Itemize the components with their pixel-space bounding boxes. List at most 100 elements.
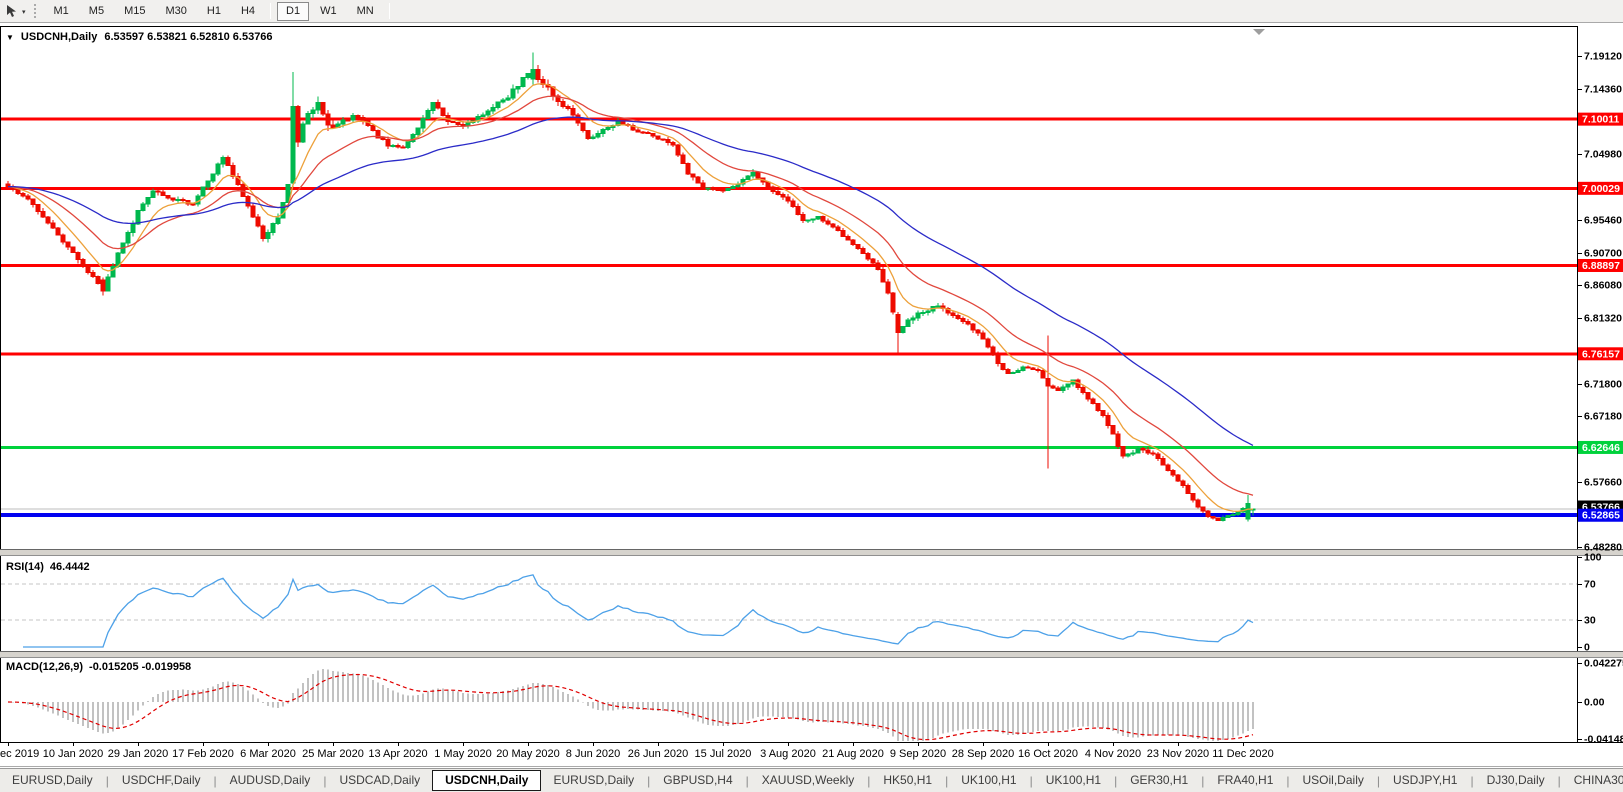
tab-eurusd-daily[interactable]: EURUSD,Daily xyxy=(0,770,105,791)
svg-text:7.19120: 7.19120 xyxy=(1584,51,1622,63)
svg-text:11 Dec 2020: 11 Dec 2020 xyxy=(1212,748,1274,760)
price-line-label: 6.76157 xyxy=(1578,347,1623,361)
tab-usdcad-daily[interactable]: USDCAD,Daily xyxy=(327,770,432,791)
tab-audusd-daily[interactable]: AUDUSD,Daily xyxy=(218,770,323,791)
tab-gbpusd-h4[interactable]: GBPUSD,H4 xyxy=(651,770,744,791)
svg-text:7.10011: 7.10011 xyxy=(1582,114,1620,126)
tab-eurusd-daily[interactable]: EURUSD,Daily xyxy=(541,770,646,791)
chart-symbol-period: USDCNH,Daily xyxy=(20,31,98,43)
svg-text:23 Dec 2019: 23 Dec 2019 xyxy=(0,748,39,760)
svg-text:25 Mar 2020: 25 Mar 2020 xyxy=(302,748,364,760)
svg-text:6.57660: 6.57660 xyxy=(1584,477,1622,489)
svg-text:23 Nov 2020: 23 Nov 2020 xyxy=(1147,748,1209,760)
cursor-tool-dropdown-icon[interactable]: ▾ xyxy=(22,8,26,16)
svg-text:6.62646: 6.62646 xyxy=(1582,442,1620,454)
macd-name: MACD(12,26,9) xyxy=(6,661,84,673)
timeframe-button-m15[interactable]: M15 xyxy=(115,2,154,21)
svg-text:70: 70 xyxy=(1584,579,1596,591)
timeframe-button-m30[interactable]: M30 xyxy=(156,2,195,21)
tab-ger30-h1[interactable]: GER30,H1 xyxy=(1118,770,1200,791)
timeframe-button-h4[interactable]: H4 xyxy=(232,2,264,21)
toolbar-separator xyxy=(388,3,390,19)
tab-hk50-h1[interactable]: HK50,H1 xyxy=(871,770,944,791)
svg-text:100: 100 xyxy=(1584,552,1602,564)
svg-text:26 Jun 2020: 26 Jun 2020 xyxy=(628,748,689,760)
svg-text:6.95460: 6.95460 xyxy=(1584,214,1622,226)
svg-text:13 Apr 2020: 13 Apr 2020 xyxy=(368,748,427,760)
chart-canvas[interactable]: 7.19120 7.14360 7.04980 6.95460 6.90700 6.860… xyxy=(0,0,1623,792)
svg-text:15 Jul 2020: 15 Jul 2020 xyxy=(695,748,752,760)
chart-ohlc-values: 6.53597 6.53821 6.52810 6.53766 xyxy=(104,31,273,43)
macd-signal-line xyxy=(7,673,1254,741)
rsi-value: 46.4442 xyxy=(49,561,90,573)
mt4-terminal: { "toolbar": { "tool_icon": "cursor-arro… xyxy=(0,0,1623,792)
svg-text:1 May 2020: 1 May 2020 xyxy=(434,748,491,760)
svg-text:0.00: 0.00 xyxy=(1584,697,1605,709)
tab-usdchf-daily[interactable]: USDCHF,Daily xyxy=(110,770,213,791)
tab-usdcnh-daily[interactable]: USDCNH,Daily xyxy=(432,770,542,791)
svg-text:3 Aug 2020: 3 Aug 2020 xyxy=(760,748,816,760)
chart-tabs-bar: EURUSD,Daily | USDCHF,Daily | AUDUSD,Daily | U… xyxy=(0,768,1623,792)
price-line-label: 7.10011 xyxy=(1578,112,1623,126)
tab-uk100-h1[interactable]: UK100,H1 xyxy=(949,770,1028,791)
timeframe-button-w1[interactable]: W1 xyxy=(311,2,346,21)
svg-text:6.86080: 6.86080 xyxy=(1584,280,1622,292)
tab-usoil-daily[interactable]: USOil,Daily xyxy=(1291,770,1376,791)
top-toolbar: ▾ M1 M5 M15 M30 H1 H4 D1 W1 MN xyxy=(0,0,1623,23)
rsi-indicator-label: RSI(14) 46.4442 xyxy=(6,561,90,573)
svg-text:6.67180: 6.67180 xyxy=(1584,411,1622,423)
svg-text:7.04980: 7.04980 xyxy=(1584,149,1622,161)
svg-text:4 Nov 2020: 4 Nov 2020 xyxy=(1085,748,1141,760)
timeframe-button-h1[interactable]: H1 xyxy=(198,2,230,21)
svg-text:10 Jan 2020: 10 Jan 2020 xyxy=(43,748,104,760)
timeframe-button-m5[interactable]: M5 xyxy=(80,2,113,21)
rsi-name: RSI(14) xyxy=(6,561,44,573)
price-line-label: 6.62646 xyxy=(1578,440,1623,454)
svg-text:-0.04148: -0.04148 xyxy=(1584,734,1623,746)
svg-text:30: 30 xyxy=(1584,615,1596,627)
price-line-label: 6.52865 xyxy=(1578,508,1623,522)
macd-histogram xyxy=(12,669,1254,741)
svg-text:6.90700: 6.90700 xyxy=(1584,247,1622,259)
rsi-panel: 100 70 30 0 xyxy=(1,552,1602,654)
timeframe-button-m1[interactable]: M1 xyxy=(45,2,78,21)
rsi-line xyxy=(23,574,1254,648)
svg-text:28 Sep 2020: 28 Sep 2020 xyxy=(952,748,1014,760)
svg-text:6.76157: 6.76157 xyxy=(1582,348,1620,360)
tab-xauusd-weekly[interactable]: XAUUSD,Weekly xyxy=(750,770,866,791)
svg-text:6.71800: 6.71800 xyxy=(1584,378,1622,390)
svg-text:6.52865: 6.52865 xyxy=(1582,510,1620,522)
svg-text:7.14360: 7.14360 xyxy=(1584,83,1622,95)
svg-text:9 Sep 2020: 9 Sep 2020 xyxy=(890,748,946,760)
cursor-tool-icon[interactable] xyxy=(6,4,20,18)
date-axis: 23 Dec 2019 10 Jan 2020 29 Jan 202017 Feb … xyxy=(0,742,1274,760)
candlestick-series xyxy=(5,52,1256,522)
tab-usdjpy-h1[interactable]: USDJPY,H1 xyxy=(1381,770,1469,791)
timeframe-button-mn[interactable]: MN xyxy=(348,2,383,21)
chart-shift-marker-icon[interactable] xyxy=(1253,29,1265,35)
svg-text:6.88897: 6.88897 xyxy=(1582,260,1620,272)
tab-dj30-daily[interactable]: DJ30,Daily xyxy=(1475,770,1557,791)
tab-china300-h1[interactable]: CHINA300,H1 xyxy=(1562,770,1623,791)
svg-text:6.81320: 6.81320 xyxy=(1584,313,1622,325)
price-line-label: 6.88897 xyxy=(1578,258,1623,272)
svg-text:7.00029: 7.00029 xyxy=(1582,183,1620,195)
svg-text:21 Aug 2020: 21 Aug 2020 xyxy=(822,748,884,760)
tab-uk100-h1[interactable]: UK100,H1 xyxy=(1034,770,1113,791)
splitter-rsi-macd[interactable] xyxy=(0,651,1623,658)
svg-text:17 Feb 2020: 17 Feb 2020 xyxy=(172,748,234,760)
svg-text:6 Mar 2020: 6 Mar 2020 xyxy=(240,748,296,760)
splitter-main-rsi[interactable] xyxy=(0,549,1623,556)
toolbar-separator xyxy=(270,3,272,19)
svg-text:0.042275: 0.042275 xyxy=(1584,658,1623,670)
svg-text:0: 0 xyxy=(1584,642,1590,654)
svg-text:8 Jun 2020: 8 Jun 2020 xyxy=(566,748,620,760)
timeframe-button-d1[interactable]: D1 xyxy=(277,1,310,21)
chart-collapse-icon[interactable]: ▼ xyxy=(6,33,14,42)
chart-title: ▼ USDCNH,Daily 6.53597 6.53821 6.52810 6… xyxy=(6,31,273,43)
tab-fra40-h1[interactable]: FRA40,H1 xyxy=(1205,770,1285,791)
svg-text:16 Oct 2020: 16 Oct 2020 xyxy=(1018,748,1078,760)
price-axis: 7.19120 7.14360 7.04980 6.95460 6.90700 6.860… xyxy=(1577,51,1623,554)
toolbar-grip[interactable] xyxy=(33,4,37,18)
price-line-label: 7.00029 xyxy=(1578,181,1623,195)
